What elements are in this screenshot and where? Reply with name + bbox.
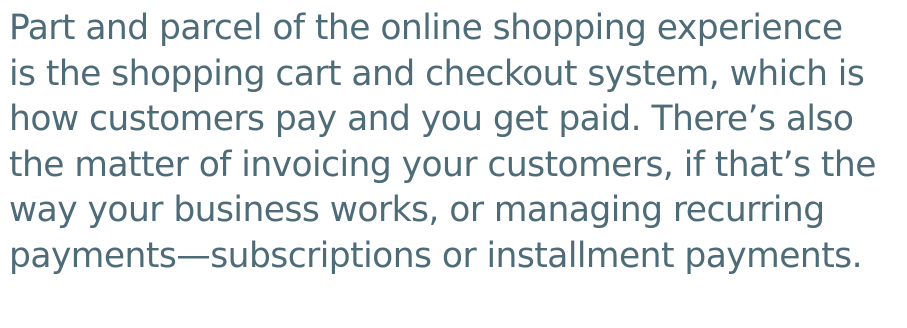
paragraph-line-4: the matter of invoicing your customers, … <box>9 144 876 185</box>
paragraph-line-6: payments—subscriptions or installment pa… <box>9 235 863 276</box>
paragraph-line-5: way your business works, or managing rec… <box>9 190 825 230</box>
paragraph-line-2: is the shopping cart and checkout system… <box>9 53 865 94</box>
paragraph-line-3: how customers pay and you get paid. Ther… <box>9 99 854 139</box>
paragraph-line-1: Part and parcel of the online shopping e… <box>9 8 843 48</box>
body-paragraph: Part and parcel of the online shopping e… <box>9 6 904 279</box>
